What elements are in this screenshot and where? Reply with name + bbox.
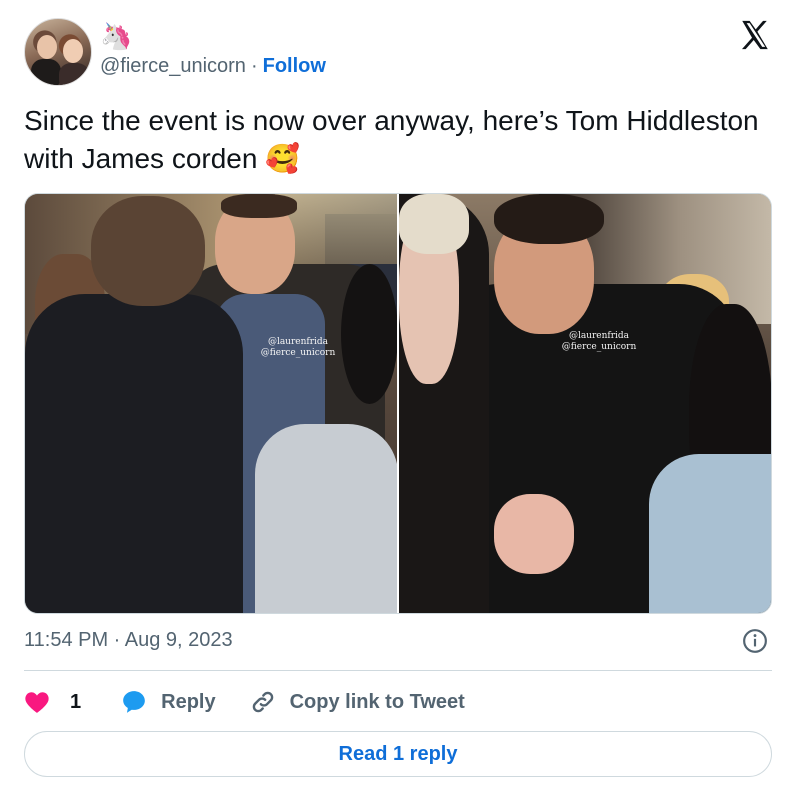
read-replies-button[interactable]: Read 1 reply (24, 731, 772, 777)
watermark: @laurenfrida @fierce_unicorn (260, 337, 336, 358)
tweet-media[interactable]: @laurenfrida @fierce_unicorn @laurenfrida… (24, 193, 772, 614)
handle-row: @fierce_unicorn · Follow (100, 54, 326, 78)
tweet-timestamp[interactable]: 11:54 PM · Aug 9, 2023 (24, 628, 233, 652)
divider-line (24, 670, 772, 671)
read-replies-label: Read 1 reply (338, 742, 458, 765)
x-logo-icon[interactable] (738, 18, 772, 52)
tweet-embed-card: 🦄 @fierce_unicorn · Follow Since the event… (0, 0, 796, 800)
speech-bubble-icon (123, 691, 145, 713)
reply-button[interactable]: Reply (121, 689, 216, 715)
copy-link-button[interactable]: Copy link to Tweet (250, 689, 465, 715)
separator-dot: · (250, 55, 258, 77)
photo-left[interactable]: @laurenfrida @fierce_unicorn (25, 194, 397, 613)
reply-label: Reply (161, 690, 216, 713)
info-icon[interactable] (742, 628, 768, 654)
copy-link-label: Copy link to Tweet (289, 690, 465, 713)
watermark: @laurenfrida @fierce_unicorn (561, 331, 637, 352)
like-count: 1 (70, 690, 82, 713)
photo-right[interactable]: @laurenfrida @fierce_unicorn (399, 194, 771, 613)
tweet-text: Since the event is now over anyway, here… (24, 105, 759, 174)
link-icon (252, 691, 273, 713)
action-bar: 1 Reply Copy link to Tweet (24, 686, 465, 718)
user-handle[interactable]: @fierce_unicorn (100, 55, 246, 77)
avatar[interactable] (24, 18, 92, 86)
follow-link[interactable]: Follow (263, 55, 326, 77)
like-button[interactable]: 1 (24, 690, 81, 714)
heart-icon (25, 692, 49, 713)
display-name[interactable]: 🦄 (100, 22, 132, 50)
